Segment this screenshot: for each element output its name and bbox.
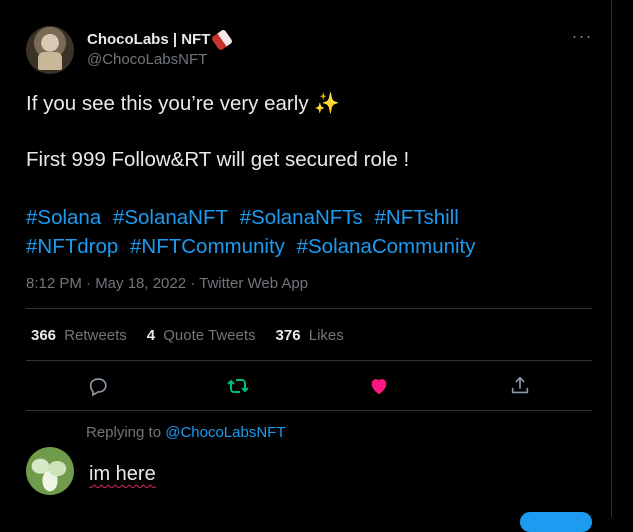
divider (26, 410, 592, 411)
retweet-icon (227, 379, 249, 393)
divider (26, 360, 592, 361)
reply-submit-button[interactable] (520, 512, 592, 532)
hashtag-link[interactable]: #NFTCommunity (130, 235, 285, 258)
user-avatar[interactable] (26, 447, 74, 495)
tweet-hashtags: #Solana #SolanaNFT #SolanaNFTs #NFTshill… (26, 203, 586, 261)
author-display-name-text[interactable]: ChocoLabs | NFT (87, 31, 210, 48)
tweet-text-line-2: First 999 Follow&RT will get secured rol… (26, 148, 410, 171)
share-button[interactable] (507, 373, 533, 399)
heart-icon (371, 379, 387, 395)
retweets-label: Retweets (64, 327, 127, 344)
hashtag-link[interactable]: #SolanaCommunity (297, 235, 476, 258)
retweets-stat[interactable]: 366 Retweets (31, 327, 127, 344)
hashtag-link[interactable]: #NFTshill (375, 206, 459, 229)
quotes-count: 4 (146, 327, 156, 344)
replying-prefix: Replying to (86, 424, 162, 441)
scrollbar[interactable] (612, 0, 633, 517)
chocolate-bar-icon (211, 28, 234, 51)
reply-input[interactable]: im here (89, 463, 156, 486)
author-avatar[interactable] (26, 26, 74, 74)
share-icon (511, 376, 529, 394)
reply-button[interactable] (85, 373, 111, 399)
divider (26, 308, 592, 309)
replying-to-handle[interactable]: @ChocoLabsNFT (165, 424, 285, 441)
likes-count: 376 (275, 327, 301, 344)
tweet-timestamp[interactable]: 8:12 PM · May 18, 2022 · Twitter Web App (26, 275, 308, 292)
tweet-stats: 366 Retweets 4 Quote Tweets 376 Likes (31, 327, 344, 344)
tweet-text-line-1: If you see this you’re very early ✨ (26, 92, 340, 115)
replying-to: Replying to @ChocoLabsNFT (86, 424, 286, 441)
author-display-name[interactable]: ChocoLabs | NFT (87, 28, 234, 51)
likes-stat[interactable]: 376 Likes (276, 327, 344, 344)
more-options-icon[interactable]: ··· (571, 27, 593, 50)
quotes-label: Quote Tweets (163, 327, 256, 344)
hashtag-link[interactable]: #Solana (26, 206, 101, 229)
reply-icon (89, 378, 107, 397)
hashtag-link[interactable]: #SolanaNFT (113, 206, 228, 229)
tweet-detail-panel: ChocoLabs | NFT @ChocoLabsNFT ··· If you… (0, 0, 612, 532)
quote-tweets-stat[interactable]: 4 Quote Tweets (147, 327, 256, 344)
likes-label: Likes (308, 327, 344, 344)
retweet-button[interactable] (225, 373, 251, 399)
hashtag-link[interactable]: #SolanaNFTs (240, 206, 363, 229)
like-button[interactable] (366, 373, 392, 399)
reply-input-text[interactable]: im here (89, 463, 156, 485)
retweets-count: 366 (31, 327, 57, 344)
hashtag-link[interactable]: #NFTdrop (26, 235, 118, 258)
author-handle[interactable]: @ChocoLabsNFT (87, 51, 207, 68)
